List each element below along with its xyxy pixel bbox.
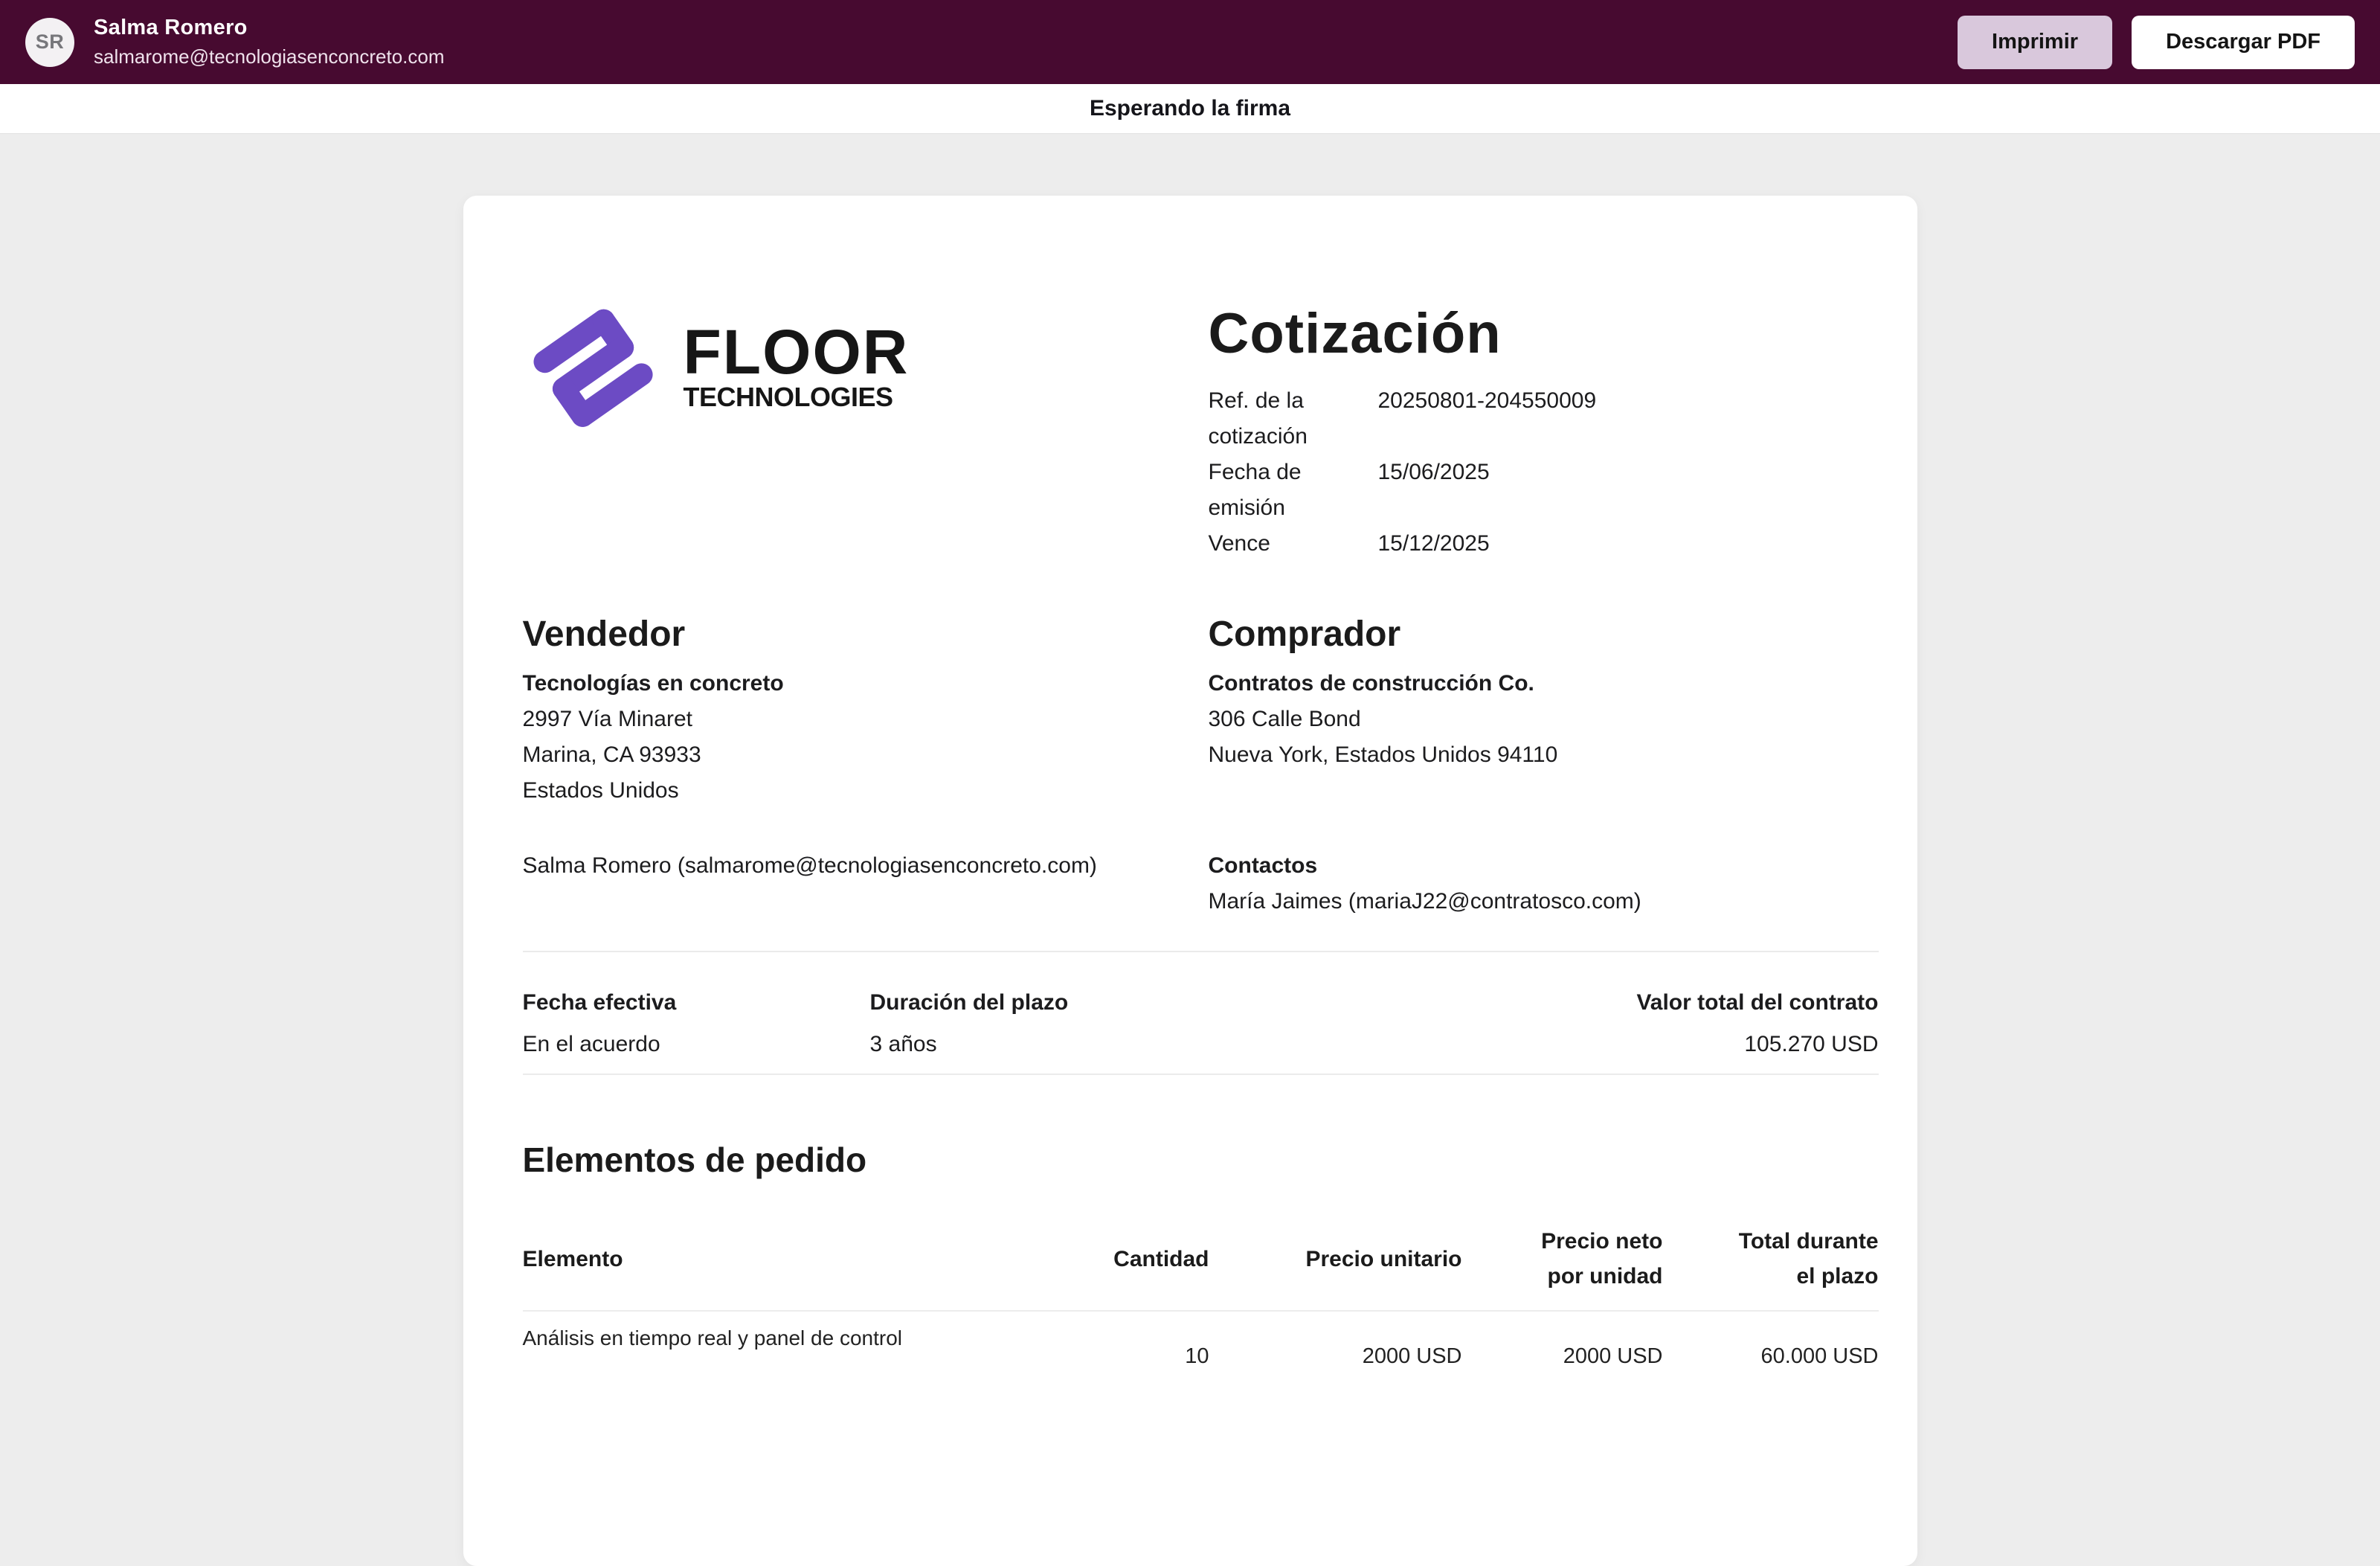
- summary-label: Valor total del contrato: [1636, 985, 1878, 1020]
- logo-wordmark: FLOOR TECHNOLOGIES: [684, 324, 910, 414]
- seller-address-line: Estados Unidos: [523, 773, 1209, 809]
- meta-row-expiry: Vence 15/12/2025: [1209, 526, 1879, 562]
- app-header: SR Salma Romero salmarome@tecnologiasenc…: [0, 0, 2380, 84]
- buyer-heading: Comprador: [1209, 614, 1879, 655]
- seller-company: Tecnologías en concreto: [523, 666, 1209, 702]
- quote-card: FLOOR TECHNOLOGIES Cotización Ref. de la…: [463, 196, 1917, 1566]
- status-text: Esperando la firma: [1090, 96, 1290, 121]
- summary-label: Fecha efectiva: [523, 985, 870, 1020]
- summary-value: 105.270 USD: [1636, 1027, 1878, 1062]
- seller-contact-line: Salma Romero (salmarome@tecnologiasencon…: [523, 848, 1209, 884]
- seller-contact: Salma Romero (salmarome@tecnologiasencon…: [523, 848, 1209, 884]
- buyer-address: Contratos de construcción Co. 306 Calle …: [1209, 666, 1879, 848]
- buyer-company: Contratos de construcción Co.: [1209, 666, 1879, 702]
- buyer-contacts: Contactos María Jaimes (mariaJ22@contrat…: [1209, 848, 1879, 920]
- summary-value: En el acuerdo: [523, 1027, 870, 1062]
- buyer-address-line: 306 Calle Bond: [1209, 702, 1879, 737]
- logo-word-floor: FLOOR: [684, 324, 910, 380]
- seller-address-line: Marina, CA 93933: [523, 737, 1209, 773]
- item-name: Análisis en tiempo real y panel de contr…: [523, 1312, 1031, 1373]
- buyer-contact-line: María Jaimes (mariaJ22@contratosco.com): [1209, 884, 1879, 920]
- download-pdf-button[interactable]: Descargar PDF: [2132, 16, 2355, 69]
- user-meta: Salma Romero salmarome@tecnologiasenconc…: [94, 16, 445, 68]
- column-header-precio-unitario: Precio unitario: [1261, 1242, 1462, 1277]
- column-header-elemento: Elemento: [523, 1242, 1031, 1277]
- item-net-price: 2000 USD: [1514, 1312, 1663, 1373]
- status-bar: Esperando la firma: [0, 84, 2380, 134]
- quote-meta: Ref. de la cotización 20250801-204550009…: [1209, 383, 1879, 562]
- summary-term-duration: Duración del plazo 3 años: [870, 985, 1637, 1062]
- column-header-cantidad: Cantidad: [1083, 1242, 1209, 1277]
- meta-value-ref: 20250801-204550009: [1378, 383, 1879, 455]
- summary-total-value: Valor total del contrato 105.270 USD: [1636, 985, 1878, 1062]
- divider: [523, 1074, 1879, 1075]
- header-actions: Imprimir Descargar PDF: [1958, 16, 2355, 69]
- meta-label-ref: Ref. de la cotización: [1209, 383, 1378, 455]
- summary-effective-date: Fecha efectiva En el acuerdo: [523, 985, 870, 1062]
- column-header-total-plazo: Total durante el plazo: [1715, 1224, 1879, 1294]
- meta-row-ref: Ref. de la cotización 20250801-204550009: [1209, 383, 1879, 455]
- contract-summary: Fecha efectiva En el acuerdo Duración de…: [523, 952, 1879, 1074]
- buyer-contacts-label: Contactos: [1209, 848, 1879, 884]
- avatar-initials: SR: [36, 31, 65, 54]
- print-button[interactable]: Imprimir: [1958, 16, 2112, 69]
- buyer-address-line: Nueva York, Estados Unidos 94110: [1209, 737, 1879, 773]
- column-header-precio-neto: Precio neto por unidad: [1514, 1224, 1663, 1294]
- item-total: 60.000 USD: [1715, 1312, 1879, 1373]
- order-table-header: Elemento Cantidad Precio unitario Precio…: [523, 1218, 1879, 1312]
- item-quantity: 10: [1083, 1312, 1209, 1373]
- floor-logo-icon: [523, 289, 664, 448]
- logo-word-technologies: TECHNOLOGIES: [684, 380, 910, 414]
- meta-row-issue-date: Fecha de emisión 15/06/2025: [1209, 455, 1879, 526]
- summary-value: 3 años: [870, 1027, 1637, 1062]
- user-email: salmarome@tecnologiasenconcreto.com: [94, 45, 445, 68]
- quote-title-block: Cotización Ref. de la cotización 2025080…: [1209, 289, 1879, 606]
- table-row: Análisis en tiempo real y panel de contr…: [523, 1312, 1879, 1373]
- meta-label-expiry: Vence: [1209, 526, 1378, 562]
- order-items-heading: Elementos de pedido: [523, 1139, 1879, 1181]
- item-unit-price: 2000 USD: [1261, 1312, 1462, 1373]
- avatar: SR: [25, 18, 74, 67]
- meta-label-issue-date: Fecha de emisión: [1209, 455, 1378, 526]
- seller-address: Tecnologías en concreto 2997 Vía Minaret…: [523, 666, 1209, 848]
- meta-value-issue-date: 15/06/2025: [1378, 455, 1879, 526]
- user-name: Salma Romero: [94, 16, 445, 40]
- meta-value-expiry: 15/12/2025: [1378, 526, 1879, 562]
- page-title: Cotización: [1209, 298, 1879, 370]
- buyer-section: Comprador Contratos de construcción Co. …: [1209, 614, 1879, 920]
- seller-heading: Vendedor: [523, 614, 1209, 655]
- seller-address-line: 2997 Vía Minaret: [523, 702, 1209, 737]
- card-top-row: FLOOR TECHNOLOGIES Cotización Ref. de la…: [523, 289, 1879, 606]
- summary-label: Duración del plazo: [870, 985, 1637, 1020]
- company-logo: FLOOR TECHNOLOGIES: [523, 289, 1209, 606]
- parties-section: Vendedor Tecnologías en concreto 2997 Ví…: [523, 614, 1879, 920]
- seller-section: Vendedor Tecnologías en concreto 2997 Ví…: [523, 614, 1209, 920]
